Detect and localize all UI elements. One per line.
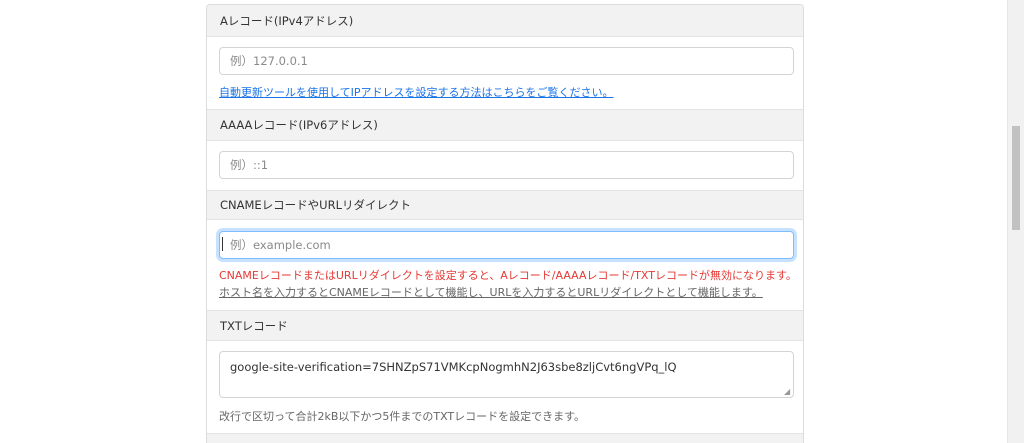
txt-record-textarea[interactable] [219,351,794,398]
cname-note-hostname: ホスト名を入力するとCNAMEレコードとして機能し、 [219,286,490,299]
aaaa-record-header: AAAAレコード(IPv6アドレス) [207,109,803,141]
aaaa-record-input[interactable] [219,151,794,179]
page-scrollbar[interactable] [1007,0,1024,443]
cname-warning-text: CNAMEレコードまたはURLリダイレクトを設定すると、Aレコード/AAAAレコ… [219,269,797,282]
auto-update-tool-link[interactable]: 自動更新ツールを使用してIPアドレスを設定する方法はこちらをご覧ください。 [219,84,614,100]
dns-record-form-card: Aレコード(IPv4アドレス) 自動更新ツールを使用してIPアドレスを設定する方… [206,4,804,443]
a-record-header: Aレコード(IPv4アドレス) [207,5,803,37]
cname-record-header: CNAMEレコードやURLリダイレクト [207,190,803,220]
cname-record-input[interactable] [219,231,794,259]
a-record-label: Aレコード(IPv4アドレス) [220,13,354,28]
aaaa-record-label: AAAAレコード(IPv6アドレス) [220,118,378,132]
cname-record-label: CNAMEレコードやURLリダイレクト [220,198,412,212]
txt-record-header: TXTレコード [207,310,803,341]
scrollbar-thumb[interactable] [1012,126,1020,230]
text-cursor [222,237,223,251]
next-section-header [207,433,803,443]
txt-record-label: TXTレコード [220,318,288,333]
a-record-input[interactable] [219,47,794,75]
cname-note-url: URLを入力するとURLリダイレクトとして機能します。 [489,286,763,299]
txt-record-note: 改行で区切って合計2kB以下かつ5件までのTXTレコードを設定できます。 [219,410,586,423]
page: Aレコード(IPv4アドレス) 自動更新ツールを使用してIPアドレスを設定する方… [0,0,1024,443]
cname-note: ホスト名を入力するとCNAMEレコードとして機能し、URLを入力するとURLリダ… [219,284,763,300]
textarea-resize-handle-icon[interactable]: ◢ [784,388,792,396]
